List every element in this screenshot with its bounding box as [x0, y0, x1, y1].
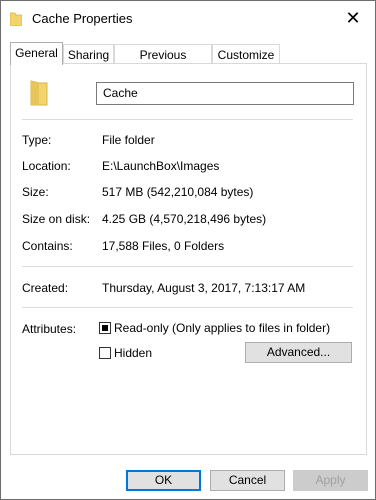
separator — [22, 119, 353, 120]
created-value: Thursday, August 3, 2017, 7:13:17 AM — [102, 281, 306, 295]
contains-label: Contains: — [22, 239, 73, 253]
hidden-checkbox[interactable] — [99, 347, 111, 359]
attributes-label: Attributes: — [22, 322, 77, 336]
type-label: Type: — [22, 133, 52, 147]
size-on-disk-value: 4.25 GB (4,570,218,496 bytes) — [102, 212, 267, 226]
advanced-button[interactable]: Advanced... — [245, 342, 352, 363]
created-label: Created: — [22, 281, 69, 295]
tab-previous-versions[interactable]: Previous Versions — [114, 44, 212, 82]
apply-button[interactable]: Apply — [293, 470, 368, 491]
folder-icon — [30, 80, 48, 106]
size-label: Size: — [22, 185, 49, 199]
ok-button[interactable]: OK — [126, 470, 201, 491]
size-on-disk-label: Size on disk: — [22, 212, 91, 226]
close-icon: ✕ — [345, 7, 361, 28]
location-value: E:\LaunchBox\Images — [102, 159, 220, 173]
general-panel — [10, 63, 367, 455]
cancel-button[interactable]: Cancel — [210, 470, 285, 491]
separator — [22, 307, 353, 308]
tab-sharing[interactable]: Sharing — [63, 44, 114, 64]
window-title: Cache Properties — [32, 11, 133, 26]
location-label: Location: — [22, 159, 71, 173]
hidden-label: Hidden — [114, 346, 153, 360]
readonly-checkbox[interactable] — [99, 322, 111, 334]
contains-value: 17,588 Files, 0 Folders — [102, 239, 225, 253]
folder-icon — [9, 12, 23, 27]
readonly-label: Read-only (Only applies to files in fold… — [114, 321, 331, 335]
size-value: 517 MB (542,210,084 bytes) — [102, 185, 254, 199]
close-button[interactable]: ✕ — [331, 1, 375, 35]
title-bar[interactable]: Cache Properties ✕ — [1, 1, 375, 35]
folder-name-input[interactable]: Cache — [96, 82, 354, 105]
properties-dialog: Cache Properties ✕ General Sharing Previ… — [0, 0, 376, 500]
tab-customize[interactable]: Customize — [212, 44, 280, 64]
tab-general[interactable]: General — [10, 42, 63, 65]
separator — [22, 266, 353, 267]
type-value: File folder — [102, 133, 155, 147]
